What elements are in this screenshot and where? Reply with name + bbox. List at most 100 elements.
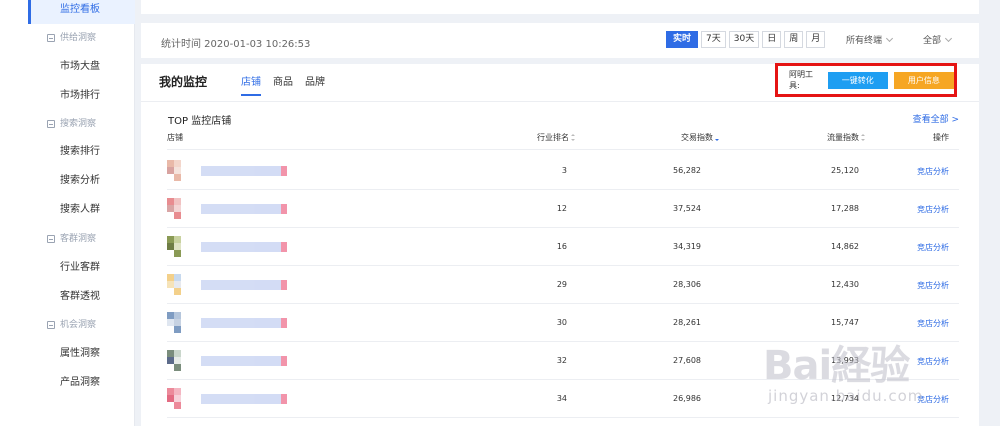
shop-name-blurred <box>201 394 287 404</box>
cell-flow-index: 17,288 <box>831 204 859 213</box>
sidebar-item-monitor-board[interactable]: 监控看板 <box>28 0 135 24</box>
cell-flow-index: 15,747 <box>831 318 859 327</box>
shop-name-blurred <box>201 166 287 176</box>
view-all-link[interactable]: 查看全部 > <box>913 112 959 125</box>
table-row: 29 28,306 12,430 竞店分析 <box>167 266 959 304</box>
cell-rank: 3 <box>561 166 567 175</box>
sidebar-item-industry-customer[interactable]: 行业客群 <box>28 253 135 282</box>
cell-flow-index: 14,862 <box>831 242 859 251</box>
col-flow[interactable]: 流量指数 <box>827 132 866 143</box>
cell-trade-index: 34,319 <box>673 242 701 251</box>
page-title: 我的监控 <box>159 75 208 89</box>
monitor-panel: 我的监控 店铺 商品 品牌 阿明工具: 一键转化 用户信息 TOP 监控店铺 查… <box>141 63 979 426</box>
shop-name-blurred <box>201 280 287 290</box>
shop-logo <box>167 274 187 296</box>
divider <box>141 101 979 102</box>
toolbox-label: 阿明工具: <box>789 70 813 90</box>
sidebar-group-search: 搜索洞察 <box>47 114 96 134</box>
tab-product[interactable]: 商品 <box>273 73 293 96</box>
cell-trade-index: 26,986 <box>673 394 701 403</box>
cell-flow-index: 12,430 <box>831 280 859 289</box>
folder-icon <box>47 321 55 329</box>
range-month-button[interactable]: 月 <box>806 31 826 48</box>
sidebar-item-customer-insight[interactable]: 客群透视 <box>28 282 135 311</box>
toolbox-highlight: 阿明工具: 一键转化 用户信息 <box>775 63 957 97</box>
sort-icon <box>861 133 866 142</box>
chevron-down-icon <box>885 34 894 42</box>
range-realtime-button[interactable]: 实时 <box>666 31 699 48</box>
table-row: 16 34,319 14,862 竞店分析 <box>167 228 959 266</box>
sidebar-group-opportunity: 机会洞察 <box>47 315 96 335</box>
sidebar-item-market-ranking[interactable]: 市场排行 <box>28 81 135 110</box>
cell-flow-index: 12,734 <box>831 394 859 403</box>
cell-rank: 34 <box>556 394 567 403</box>
col-shop: 店铺 <box>167 133 183 142</box>
table-row: 32 27,608 13,993 竞店分析 <box>167 342 959 380</box>
stats-bar: 统计时间 2020-01-03 10:26:53 实时 7天 30天 日 周 月… <box>141 23 979 58</box>
convert-button[interactable]: 一键转化 <box>827 71 888 89</box>
cell-rank: 16 <box>556 242 567 251</box>
shop-logo <box>167 312 187 334</box>
top-panel <box>141 0 979 14</box>
shop-name-blurred <box>201 356 287 366</box>
shop-logo <box>167 198 187 220</box>
sidebar-item-search-analysis[interactable]: 搜索分析 <box>28 166 135 195</box>
competitor-analysis-link[interactable]: 竞店分析 <box>917 204 949 215</box>
table-row: 30 28,261 15,747 竞店分析 <box>167 304 959 342</box>
shop-logo <box>167 388 187 410</box>
shop-logo <box>167 236 187 258</box>
range-day-button[interactable]: 日 <box>762 31 782 48</box>
cell-trade-index: 28,261 <box>673 318 701 327</box>
sidebar: 监控看板 供给洞察 市场大盘 市场排行 搜索洞察 搜索排行 搜索分析 搜索人群 … <box>0 0 135 426</box>
chevron-down-icon <box>944 34 953 42</box>
cell-flow-index: 13,993 <box>831 356 859 365</box>
range-30d-button[interactable]: 30天 <box>728 31 760 48</box>
range-week-button[interactable]: 周 <box>784 31 804 48</box>
competitor-analysis-link[interactable]: 竞店分析 <box>917 356 949 367</box>
terminal-select[interactable]: 所有终端 <box>846 33 894 46</box>
competitor-analysis-link[interactable]: 竞店分析 <box>917 318 949 329</box>
sidebar-group-customer: 客群洞察 <box>47 229 96 249</box>
cell-trade-index: 28,306 <box>673 280 701 289</box>
range-7d-button[interactable]: 7天 <box>701 31 726 48</box>
sidebar-item-market-overview[interactable]: 市场大盘 <box>28 52 135 81</box>
sort-desc-icon <box>715 134 720 142</box>
sidebar-group-supply: 供给洞察 <box>47 28 96 48</box>
stat-time: 统计时间 2020-01-03 10:26:53 <box>161 39 311 50</box>
folder-icon <box>47 235 55 243</box>
cell-rank: 29 <box>556 280 567 289</box>
scope-select[interactable]: 全部 <box>923 33 953 46</box>
shop-name-blurred <box>201 242 287 252</box>
cell-rank: 12 <box>556 204 567 213</box>
cell-trade-index: 37,524 <box>673 204 701 213</box>
sidebar-item-search-crowd[interactable]: 搜索人群 <box>28 195 135 224</box>
folder-icon <box>47 120 55 128</box>
cell-rank: 32 <box>556 356 567 365</box>
competitor-analysis-link[interactable]: 竞店分析 <box>917 242 949 253</box>
sidebar-item-product-insight[interactable]: 产品洞察 <box>28 368 135 397</box>
shop-logo <box>167 350 187 372</box>
user-info-button[interactable]: 用户信息 <box>893 71 955 89</box>
range-selector: 实时 7天 30天 日 周 月 <box>666 31 826 48</box>
table-row: 12 37,524 17,288 竞店分析 <box>167 190 959 228</box>
shop-name-blurred <box>201 204 287 214</box>
shop-logo <box>167 160 187 182</box>
col-trade[interactable]: 交易指数 <box>681 132 720 143</box>
competitor-analysis-link[interactable]: 竞店分析 <box>917 280 949 291</box>
col-rank[interactable]: 行业排名 <box>537 132 576 143</box>
table-row: 34 26,986 12,734 竞店分析 <box>167 380 959 418</box>
competitor-analysis-link[interactable]: 竞店分析 <box>917 394 949 405</box>
competitor-analysis-link[interactable]: 竞店分析 <box>917 166 949 177</box>
section-title: TOP 监控店铺 <box>168 116 232 127</box>
tab-brand[interactable]: 品牌 <box>305 73 325 96</box>
tab-shop[interactable]: 店铺 <box>241 73 261 96</box>
monitor-tabs: 店铺 商品 品牌 <box>241 73 325 96</box>
folder-icon <box>47 34 55 42</box>
cell-flow-index: 25,120 <box>831 166 859 175</box>
table-header: 店铺 行业排名 交易指数 流量指数 操作 <box>167 132 959 150</box>
shop-name-blurred <box>201 318 287 328</box>
sidebar-item-search-ranking[interactable]: 搜索排行 <box>28 137 135 166</box>
cell-trade-index: 56,282 <box>673 166 701 175</box>
cell-rank: 30 <box>556 318 567 327</box>
sidebar-item-attribute-insight[interactable]: 属性洞察 <box>28 339 135 368</box>
